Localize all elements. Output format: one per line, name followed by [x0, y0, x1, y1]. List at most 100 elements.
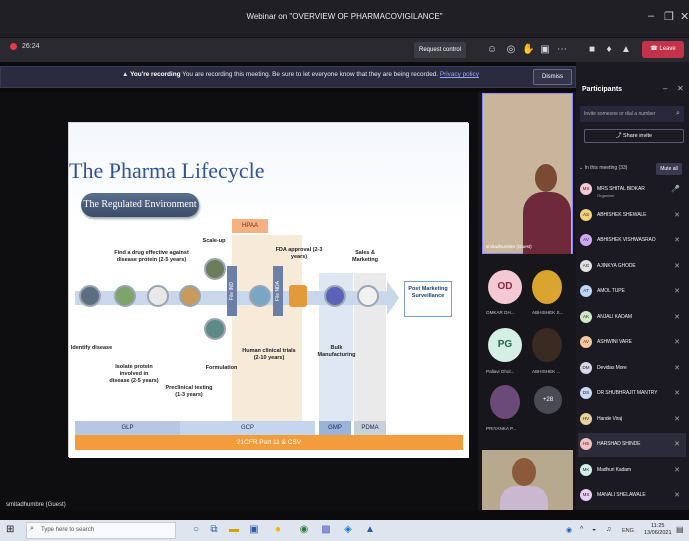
presenter-name-label: smitadhumbre (Guest): [6, 502, 66, 508]
reactions-icon[interactable]: ✋: [522, 44, 534, 56]
search-icon[interactable]: ⌕: [676, 110, 680, 118]
leave-button[interactable]: ☎ Leave: [642, 41, 684, 58]
participant-avatar: AV: [580, 234, 592, 246]
presenter-video-tile[interactable]: smitadhumbre (Guest): [482, 93, 573, 254]
participant-row[interactable]: DM Devidas More ✕: [578, 357, 686, 381]
participant-avatar: MS: [580, 489, 592, 501]
participant-avatar: AG: [580, 259, 592, 272]
share-icon: ⤴: [615, 133, 623, 139]
formulation-label: Formulation: [205, 365, 238, 371]
tile-name-2: ABHISHEK S...: [532, 310, 564, 315]
word-icon[interactable]: ▣: [246, 522, 262, 538]
mic-off-icon: ✕: [674, 364, 680, 372]
explorer-icon[interactable]: ●: [270, 522, 286, 538]
network-icon[interactable]: ◒: [592, 526, 596, 533]
mic-off-icon: ✕: [674, 211, 680, 219]
participant-avatar: AV: [580, 336, 592, 348]
recording-heading: You're recording: [130, 71, 181, 78]
clock-date: 13/06/2021: [644, 529, 672, 536]
mic-icon[interactable]: ♦: [603, 44, 615, 56]
share-invite-button[interactable]: ⤴ Share invite: [584, 129, 684, 143]
scaleup-label: Scale-up: [202, 238, 226, 244]
avatar-od[interactable]: OD: [488, 270, 522, 304]
participant-name: MANALI SHELAWALE: [597, 492, 646, 498]
chat-icon[interactable]: ◎: [505, 44, 517, 56]
participant-row[interactable]: AV ABHISHEK VISHWASRAO ✕: [578, 229, 686, 253]
self-body: [500, 486, 548, 510]
mic-off-icon: ✕: [674, 237, 680, 244]
taskbar-search-input[interactable]: Type here to search: [26, 522, 176, 539]
file-explorer-icon[interactable]: ▬: [226, 522, 242, 538]
share-screen-icon[interactable]: ▲: [620, 44, 632, 56]
hpaa-label: HPAA: [232, 219, 268, 233]
privacy-policy-link[interactable]: Privacy policy: [440, 71, 479, 78]
avatar-priyanka[interactable]: [490, 385, 520, 419]
windows-start-icon[interactable]: ⊞: [6, 524, 18, 536]
chrome-icon[interactable]: ◉: [296, 522, 312, 538]
teams-icon[interactable]: ▩: [318, 522, 334, 538]
maximize-icon[interactable]: ❐: [664, 10, 674, 23]
mic-off-icon: ✕: [674, 441, 680, 448]
skype-icon[interactable]: ◈: [340, 522, 356, 538]
more-options-icon[interactable]: ⋯: [556, 44, 568, 56]
participant-avatar: DS: [580, 387, 592, 399]
participant-name: ABHISHEK SHEWALE: [597, 211, 647, 218]
rooms-icon[interactable]: ▣: [539, 44, 551, 56]
participant-row[interactable]: MS MRS SHITAL BIDKAR Organizer 🎤: [578, 178, 686, 202]
find-drug-step: [147, 285, 169, 307]
recording-message: ▲ You're recording You are recording thi…: [122, 71, 479, 78]
fda-approval-step: [289, 285, 307, 307]
presentation-slide: The Pharma Lifecycle The Regulated Envir…: [68, 122, 469, 458]
mic-on-icon: 🎤: [671, 186, 680, 193]
avatar-abhishek-s[interactable]: [532, 270, 562, 304]
self-video-tile[interactable]: [482, 450, 573, 510]
panel-close-icon[interactable]: ✕: [677, 84, 684, 93]
in-meeting-header[interactable]: ⌄ In this meeting (33): [579, 165, 627, 171]
mic-off-icon: ✕: [674, 390, 680, 397]
request-control-button[interactable]: Request control: [414, 42, 466, 58]
participant-name: AJINKYA GHODE: [597, 262, 636, 269]
participant-row[interactable]: DS DR SHUBHRAJIT MANTRY ✕: [578, 382, 686, 406]
participant-row[interactable]: AV ASHWINI VARE ✕: [578, 331, 686, 355]
dismiss-button[interactable]: Dismiss: [533, 69, 572, 85]
presenter-tile-name: smitadhumbre (Guest): [486, 244, 532, 249]
app-icon[interactable]: ▲: [362, 522, 378, 538]
more-participants-count[interactable]: +28: [534, 386, 562, 414]
participant-name: Hande Viraj: [597, 415, 622, 422]
timer-text: 26:24: [22, 43, 40, 50]
teams-tray-icon[interactable]: ◉: [566, 526, 572, 534]
participant-row[interactable]: MS MANALI SHELAWALE ✕: [578, 484, 686, 508]
minimize-icon[interactable]: –: [648, 10, 654, 22]
volume-icon[interactable]: ♫: [606, 526, 611, 533]
notifications-icon[interactable]: ▤: [676, 525, 684, 534]
camera-icon[interactable]: ■: [586, 44, 598, 56]
participant-row[interactable]: AK ANJALI KADAM ✕: [578, 306, 686, 330]
participant-name: HARSHAD SHINDE: [597, 441, 641, 447]
in-meeting-count: In this meeting (33): [584, 165, 628, 171]
participant-row[interactable]: AS ABHISHEK SHEWALE ✕: [578, 204, 686, 228]
participant-row[interactable]: MK Madhuri Kadam ✕: [578, 459, 686, 483]
people-icon[interactable]: ☺: [486, 44, 498, 56]
mic-off-icon: ✕: [674, 492, 680, 499]
language-indicator[interactable]: ENG: [622, 528, 634, 534]
avatar-pg[interactable]: PG: [488, 328, 522, 362]
system-clock[interactable]: 11:25 13/06/2021: [644, 523, 672, 536]
recording-timer: 26:24: [10, 43, 40, 50]
file-ind-label: File IND: [227, 266, 237, 316]
fda-label: FDA approval (2-3 years): [275, 247, 323, 260]
invite-input[interactable]: Invite someone or dial a number: [580, 106, 684, 122]
avatar-abhishek[interactable]: [532, 328, 562, 362]
mute-all-button[interactable]: Mute all: [656, 163, 682, 175]
participant-row[interactable]: HS HARSHAD SHINDE ✕: [578, 433, 686, 457]
cortana-icon[interactable]: ○: [188, 522, 204, 538]
post-marketing-box: Post Marketing Surveillance: [404, 281, 452, 317]
participant-row[interactable]: AT AMOL TUPE ✕: [578, 280, 686, 304]
close-icon[interactable]: ✕: [680, 10, 689, 23]
participant-row[interactable]: AG AJINKYA GHODE ✕: [578, 255, 686, 279]
task-view-icon[interactable]: ⧉: [206, 522, 222, 538]
tile-name-4: ABHISHEK ...: [532, 369, 561, 374]
participant-avatar: DM: [580, 361, 592, 374]
participant-row[interactable]: HV Hande Viraj ✕: [578, 408, 686, 432]
panel-minimize-icon[interactable]: –: [663, 84, 667, 93]
tray-chevron-icon[interactable]: ^: [580, 526, 583, 533]
